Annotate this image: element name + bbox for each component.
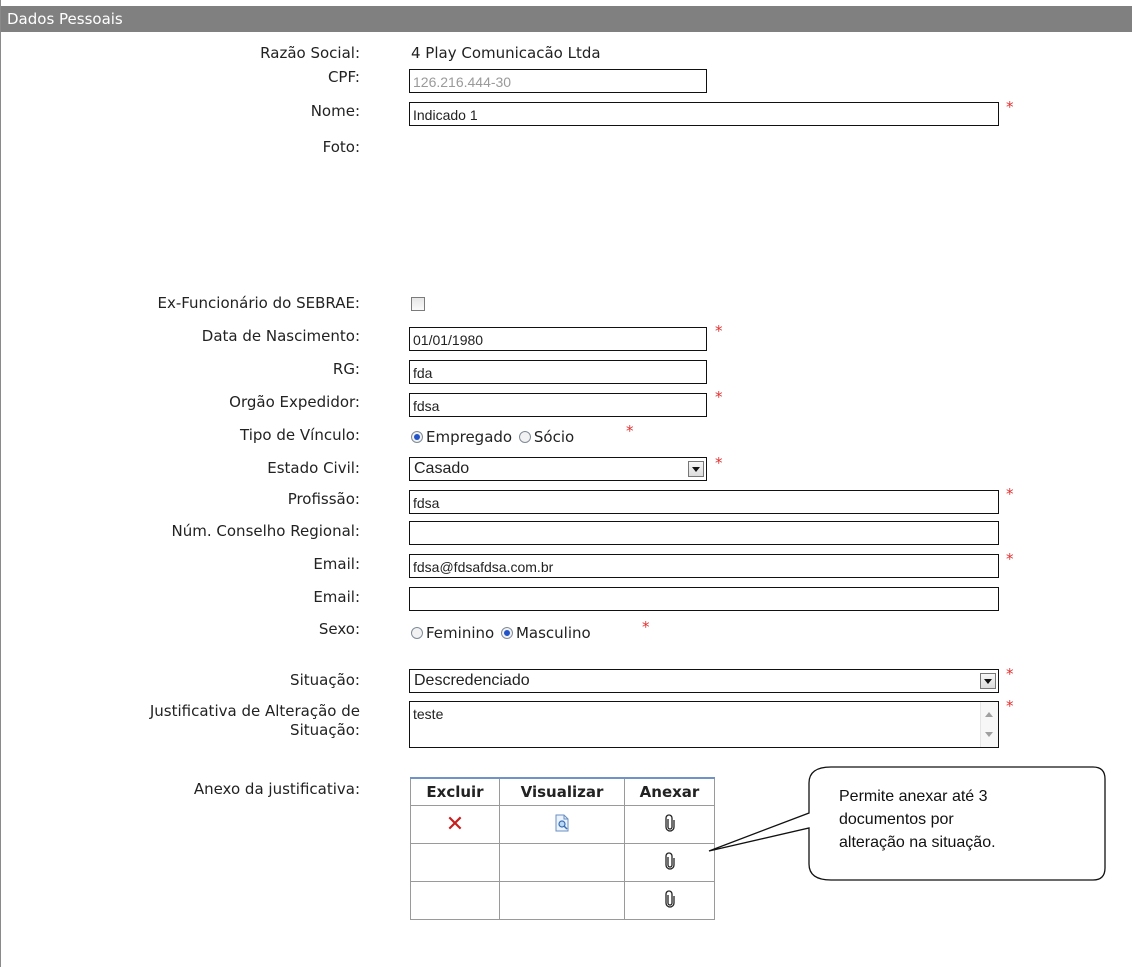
paperclip-icon[interactable] xyxy=(664,851,675,874)
required-marker: * xyxy=(715,454,723,472)
radio-socio[interactable] xyxy=(518,431,531,443)
required-marker: * xyxy=(626,422,634,440)
nome-label: Nome: xyxy=(310,102,360,120)
chevron-down-icon[interactable] xyxy=(688,461,704,477)
rg-label: RG: xyxy=(332,360,360,378)
scroll-down-icon[interactable] xyxy=(985,732,993,737)
razao-social-value: 4 Play Comunicacão Ltda xyxy=(411,44,601,62)
paperclip-icon[interactable] xyxy=(664,889,675,912)
rg-field[interactable]: fda xyxy=(409,360,707,384)
num-conselho-label: Núm. Conselho Regional: xyxy=(171,522,360,540)
required-marker: * xyxy=(715,322,723,340)
table-row: ✕ xyxy=(410,805,715,844)
justificativa-textarea[interactable]: teste xyxy=(409,701,999,748)
chevron-down-icon[interactable] xyxy=(980,673,996,689)
visualizar-cell xyxy=(499,805,625,844)
excluir-cell xyxy=(410,881,500,920)
required-marker: * xyxy=(1006,550,1014,568)
tipo-vinculo-label: Tipo de Vínculo: xyxy=(240,426,360,444)
orgao-expedidor-label: Orgão Expedidor: xyxy=(229,393,360,411)
justificativa-label: Justificativa de Alteração de Situação: xyxy=(150,702,360,740)
col-anexar: Anexar xyxy=(624,778,715,806)
table-row xyxy=(410,881,715,920)
num-conselho-field[interactable] xyxy=(409,521,999,545)
callout-line1: Permite anexar até 3 xyxy=(839,788,988,805)
anexar-cell xyxy=(624,805,715,844)
delete-x-icon[interactable]: ✕ xyxy=(446,813,464,836)
sexo-label: Sexo: xyxy=(318,620,360,638)
visualizar-cell xyxy=(499,843,625,882)
textarea-scrollbar[interactable] xyxy=(980,702,998,747)
justificativa-label-line1: Justificativa de Alteração de xyxy=(149,702,360,720)
callout-text: Permite anexar até 3 documentos por alte… xyxy=(839,785,1069,854)
orgao-expedidor-field[interactable]: fdsa xyxy=(409,393,707,417)
situacao-select[interactable]: Descredenciado xyxy=(409,669,999,693)
callout-line2: documentos por xyxy=(839,811,954,828)
required-marker: * xyxy=(1006,98,1014,116)
justificativa-value: teste xyxy=(413,706,444,722)
required-marker: * xyxy=(715,388,723,406)
situacao-value: Descredenciado xyxy=(414,672,530,689)
nome-field[interactable]: Indicado 1 xyxy=(409,102,999,126)
table-row xyxy=(410,843,715,882)
ex-funcionario-checkbox[interactable] xyxy=(411,297,425,311)
radio-empregado-label: Empregado xyxy=(426,428,513,446)
visualizar-cell xyxy=(499,881,625,920)
justificativa-label-line2: Situação: xyxy=(290,721,360,739)
estado-civil-label: Estado Civil: xyxy=(267,459,360,477)
data-nascimento-label: Data de Nascimento: xyxy=(201,327,360,345)
anexo-table: Excluir Visualizar Anexar ✕ xyxy=(410,777,715,920)
profissao-field[interactable]: fdsa xyxy=(409,490,999,514)
estado-civil-select[interactable]: Casado xyxy=(409,457,707,481)
document-view-icon[interactable] xyxy=(554,814,570,836)
required-marker: * xyxy=(642,618,650,636)
anexo-table-header: Excluir Visualizar Anexar xyxy=(410,778,715,806)
radio-socio-label: Sócio xyxy=(533,428,575,446)
tipo-vinculo-group: Empregado Sócio xyxy=(411,428,574,446)
email-secondary-label: Email: xyxy=(313,588,360,606)
radio-empregado[interactable] xyxy=(411,431,423,443)
email-secondary-field[interactable] xyxy=(409,587,999,611)
callout-line3: alteração na situação. xyxy=(839,834,996,851)
sexo-group: Feminino Masculino xyxy=(411,624,591,642)
radio-masculino-label: Masculino xyxy=(515,624,591,642)
razao-social-label: Razão Social: xyxy=(260,44,360,62)
dados-pessoais-panel: Dados Pessoais Razão Social: 4 Play Comu… xyxy=(0,0,1132,967)
col-excluir: Excluir xyxy=(410,778,500,806)
cpf-field: 126.216.444-30 xyxy=(409,69,707,93)
data-nascimento-field[interactable]: 01/01/1980 xyxy=(409,327,707,351)
anexo-label: Anexo da justificativa: xyxy=(193,780,360,798)
paperclip-icon[interactable] xyxy=(664,813,675,836)
cpf-label: CPF: xyxy=(327,68,360,86)
email-label: Email: xyxy=(313,555,360,573)
section-header: Dados Pessoais xyxy=(1,6,1132,32)
estado-civil-value: Casado xyxy=(414,460,470,477)
radio-feminino-label: Feminino xyxy=(426,624,495,642)
email-field[interactable]: fdsa@fdsafdsa.com.br xyxy=(409,554,999,578)
foto-label: Foto: xyxy=(322,138,360,156)
radio-feminino[interactable] xyxy=(411,627,423,639)
profissao-label: Profissão: xyxy=(287,490,360,508)
required-marker: * xyxy=(1006,485,1014,503)
radio-masculino[interactable] xyxy=(500,627,513,639)
excluir-cell: ✕ xyxy=(410,805,500,844)
required-marker: * xyxy=(1006,665,1014,683)
scroll-up-icon[interactable] xyxy=(985,712,993,717)
excluir-cell xyxy=(410,843,500,882)
col-visualizar: Visualizar xyxy=(499,778,625,806)
ex-funcionario-label: Ex-Funcionário do SEBRAE: xyxy=(157,294,360,312)
anexar-cell xyxy=(624,843,715,882)
anexar-cell xyxy=(624,881,715,920)
required-marker: * xyxy=(1006,697,1014,715)
situacao-label: Situação: xyxy=(290,671,360,689)
